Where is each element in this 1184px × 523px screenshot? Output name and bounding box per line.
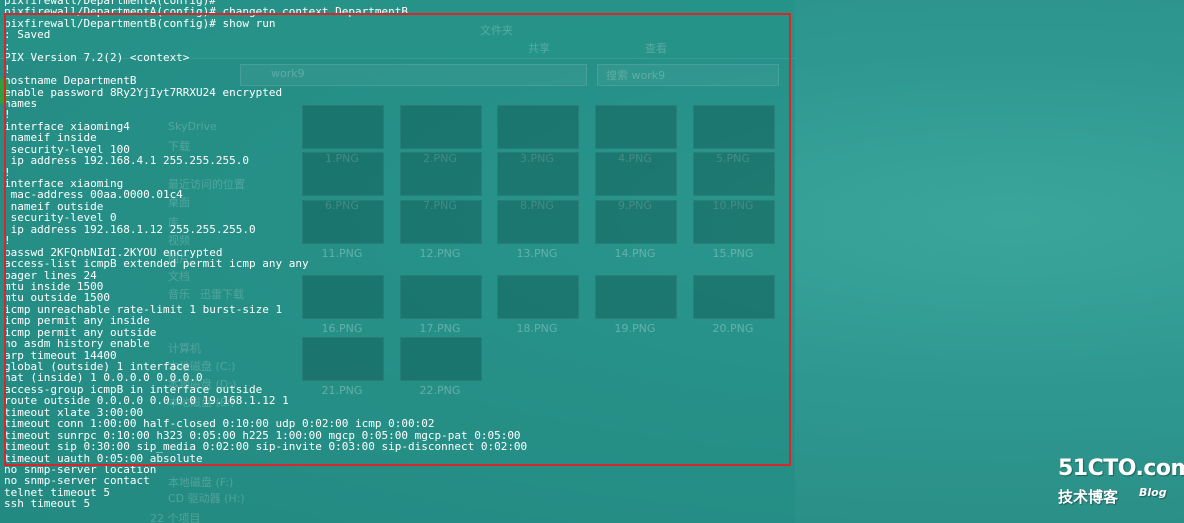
- status-item-count: 22 个项目: [150, 512, 201, 523]
- terminal-line: !: [4, 234, 11, 248]
- terminal-line: hostname DepartmentB: [4, 74, 137, 88]
- file-name-label: 19.PNG: [614, 322, 656, 335]
- terminal-line: icmp permit any inside: [4, 314, 150, 328]
- image-thumbnail-icon: [595, 200, 677, 244]
- file-name-label: 14.PNG: [614, 247, 656, 260]
- watermark-blog: Blog: [1139, 486, 1167, 499]
- ribbon-tab-view[interactable]: 查看: [645, 40, 667, 56]
- image-thumbnail-icon: [595, 152, 677, 196]
- terminal-line: PIX Version 7.2(2) <context>: [4, 51, 190, 65]
- terminal-line: timeout sip 0:30:00 sip_media 0:02:00 si…: [4, 440, 528, 454]
- image-thumbnail-icon: [693, 105, 775, 149]
- file-name-label: 20.PNG: [712, 322, 754, 335]
- image-thumbnail-icon: [693, 152, 775, 196]
- watermark-logo-text: 51CTO.com: [1058, 456, 1184, 481]
- image-thumbnail-icon: [693, 275, 775, 319]
- image-thumbnail-icon: [693, 200, 775, 244]
- file-thumbnail[interactable]: 20.PNG: [693, 275, 775, 345]
- terminal-line: enable password 8Ry2YjIyt7RRXU24 encrypt…: [4, 85, 283, 99]
- image-thumbnail-icon: [595, 105, 677, 149]
- terminal-line: : Saved: [4, 28, 51, 42]
- file-thumbnail[interactable]: 14.PNG: [595, 200, 677, 270]
- terminal-line: ip address 192.168.4.1 255.255.255.0: [4, 154, 250, 168]
- terminal-line: pixfirewall/DepartmentB(config)# show ru…: [4, 16, 276, 30]
- terminal-line: access-list icmpB extended permit icmp a…: [4, 257, 309, 271]
- terminal-line: timeout conn 1:00:00 half-closed 0:10:00…: [4, 417, 435, 431]
- image-thumbnail-icon: [595, 275, 677, 319]
- file-thumbnail[interactable]: 15.PNG: [693, 200, 775, 270]
- search-placeholder: 搜索 work9: [606, 69, 666, 82]
- terminal-line: ssh timeout 5: [4, 497, 91, 511]
- terminal-line: no asdm history enable: [4, 337, 150, 351]
- file-thumbnail[interactable]: 19.PNG: [595, 275, 677, 345]
- search-input[interactable]: 搜索 work9: [597, 64, 779, 86]
- ribbon-tab-share[interactable]: 共享: [528, 40, 550, 56]
- terminal-line: names: [4, 96, 38, 110]
- terminal-output: pixfirewall/DepartmentA(config)# pixfirew…: [4, 0, 527, 510]
- file-name-label: 15.PNG: [712, 247, 754, 260]
- terminal-line: nameif inside: [4, 131, 97, 145]
- watermark-subtitle: 技术博客: [1058, 488, 1119, 506]
- terminal-line: ip address 192.168.1.12 255.255.255.0: [4, 222, 256, 236]
